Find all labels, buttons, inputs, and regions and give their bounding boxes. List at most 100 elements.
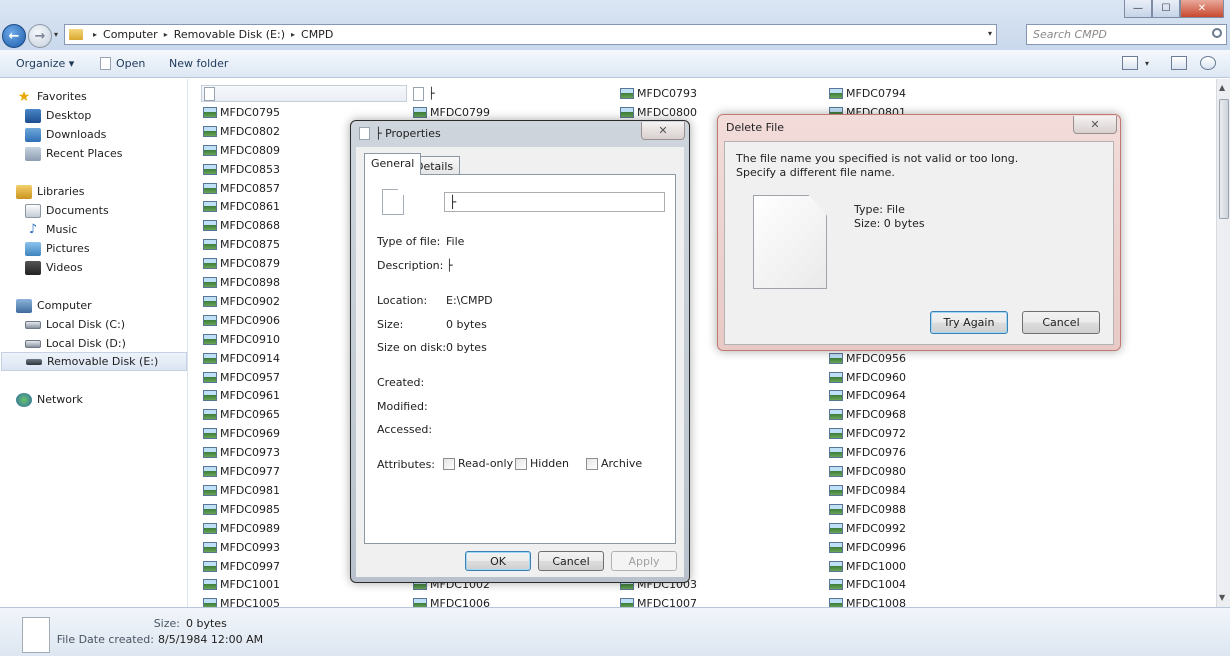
try-again-button[interactable]: Try Again xyxy=(930,311,1008,334)
list-item[interactable]: MFDC0857 xyxy=(203,180,280,197)
checkbox-box[interactable] xyxy=(586,457,598,470)
list-item[interactable]: MFDC0961 xyxy=(203,387,280,404)
close-button[interactable]: ✕ xyxy=(1180,0,1224,18)
scrollbar-thumb[interactable] xyxy=(1219,99,1229,219)
list-item[interactable]: MFDC0868 xyxy=(203,217,280,234)
sidebar-item-documents[interactable]: Documents xyxy=(25,201,211,220)
scroll-down-icon[interactable]: ▼ xyxy=(1219,593,1225,602)
list-item[interactable]: MFDC0802 xyxy=(203,123,280,140)
sidebar-item-downloads[interactable]: Downloads xyxy=(25,125,211,144)
sidebar-item-music[interactable]: ♪ Music xyxy=(25,220,211,239)
minimize-button[interactable]: — xyxy=(1124,0,1152,18)
change-view-icon[interactable] xyxy=(1122,56,1138,70)
list-item[interactable]: MFDC0957 xyxy=(203,369,280,386)
list-item[interactable]: MFDC0992 xyxy=(829,520,906,537)
new-folder-button[interactable]: New folder xyxy=(169,57,228,70)
list-item[interactable]: MFDC0976 xyxy=(829,444,906,461)
vertical-scrollbar[interactable]: ▲ ▼ xyxy=(1216,79,1230,607)
checkbox-box[interactable] xyxy=(443,457,455,470)
readonly-checkbox[interactable]: Read-only xyxy=(443,457,513,470)
list-item[interactable]: MFDC0977 xyxy=(203,463,280,480)
cancel-button[interactable]: Cancel xyxy=(1022,311,1100,334)
list-item[interactable]: MFDC1004 xyxy=(829,576,906,593)
sidebar-item-favorites[interactable]: ★ Favorites xyxy=(16,87,202,106)
search-input[interactable]: Search CMPD xyxy=(1026,24,1227,45)
list-item[interactable]: MFDC1001 xyxy=(203,576,280,593)
list-item[interactable]: MFDC0997 xyxy=(203,558,280,575)
list-item[interactable]: MFDC0981 xyxy=(203,482,280,499)
organize-button[interactable]: Organize ▾ xyxy=(16,57,74,70)
view-options-dropdown[interactable]: ▾ xyxy=(1145,59,1149,68)
list-item[interactable]: MFDC1008 xyxy=(829,595,906,607)
open-button[interactable]: Open xyxy=(100,57,145,70)
list-item[interactable]: MFDC0879 xyxy=(203,255,280,272)
file-name-input[interactable]: ├ xyxy=(444,192,665,212)
list-item[interactable]: MFDC0809 xyxy=(203,142,280,159)
chevron-right-icon[interactable]: ▸ xyxy=(164,30,168,39)
list-item[interactable]: MFDC0969 xyxy=(203,425,280,442)
list-item[interactable]: MFDC0799 xyxy=(413,104,490,121)
list-item[interactable]: MFDC0795 xyxy=(203,104,280,121)
list-item[interactable]: MFDC0910 xyxy=(203,331,280,348)
apply-button[interactable]: Apply xyxy=(611,551,677,571)
list-item[interactable]: MFDC0914 xyxy=(203,350,280,367)
list-item[interactable]: MFDC0875 xyxy=(203,236,280,253)
list-item[interactable]: MFDC0956 xyxy=(829,350,906,367)
list-item[interactable]: MFDC0985 xyxy=(203,501,280,518)
list-item[interactable]: MFDC0968 xyxy=(829,406,906,423)
sidebar-item-libraries[interactable]: Libraries xyxy=(16,182,202,201)
sidebar-item-recent-places[interactable]: Recent Places xyxy=(25,144,211,163)
sidebar-item-desktop[interactable]: Desktop xyxy=(25,106,211,125)
close-button[interactable]: ✕ xyxy=(1073,116,1117,134)
list-item[interactable]: MFDC0793 xyxy=(620,85,697,102)
address-dropdown-icon[interactable]: ▾ xyxy=(988,29,992,38)
scroll-up-icon[interactable]: ▲ xyxy=(1219,83,1225,92)
list-item[interactable]: MFDC0861 xyxy=(203,198,280,215)
help-icon[interactable] xyxy=(1200,56,1216,70)
forward-button[interactable]: → xyxy=(28,24,52,48)
ok-button[interactable]: OK xyxy=(465,551,531,571)
checkbox-box[interactable] xyxy=(515,457,527,470)
tab-general[interactable]: General xyxy=(364,153,422,175)
sidebar-item-videos[interactable]: Videos xyxy=(25,258,211,277)
list-item[interactable]: MFDC1000 xyxy=(829,558,906,575)
rename-highlight[interactable] xyxy=(201,85,407,102)
archive-checkbox[interactable]: Archive xyxy=(586,457,642,470)
breadcrumb-removable-disk[interactable]: Removable Disk (E:) xyxy=(174,28,285,41)
list-item[interactable]: MFDC1007 xyxy=(620,595,697,607)
preview-pane-icon[interactable] xyxy=(1171,56,1187,70)
sidebar-item-network[interactable]: Network xyxy=(16,390,202,409)
list-item[interactable]: MFDC0993 xyxy=(203,539,280,556)
close-button[interactable]: ✕ xyxy=(641,122,685,140)
breadcrumb-cmpd[interactable]: CMPD xyxy=(301,28,333,41)
list-item[interactable]: MFDC0898 xyxy=(203,274,280,291)
chevron-right-icon[interactable]: ▸ xyxy=(93,30,97,39)
sidebar-item-pictures[interactable]: Pictures xyxy=(25,239,211,258)
sidebar-item-local-disk-d[interactable]: Local Disk (D:) xyxy=(25,334,211,353)
sidebar-item-removable-disk-e[interactable]: Removable Disk (E:) xyxy=(1,352,187,371)
list-item[interactable]: MFDC0794 xyxy=(829,85,906,102)
list-item[interactable]: MFDC0800 xyxy=(620,104,697,121)
sidebar-item-local-disk-c[interactable]: Local Disk (C:) xyxy=(25,315,211,334)
breadcrumb-computer[interactable]: Computer xyxy=(103,28,158,41)
address-bar[interactable]: ▸ Computer ▸ Removable Disk (E:) ▸ CMPD … xyxy=(64,24,997,45)
list-item[interactable]: MFDC1005 xyxy=(203,595,280,607)
chevron-right-icon[interactable]: ▸ xyxy=(291,30,295,39)
back-button[interactable]: ← xyxy=(2,24,26,48)
recent-pages-dropdown[interactable]: ▾ xyxy=(54,30,58,39)
list-item[interactable]: MFDC0906 xyxy=(203,312,280,329)
list-item[interactable]: MFDC0965 xyxy=(203,406,280,423)
list-item[interactable]: MFDC0996 xyxy=(829,539,906,556)
list-item[interactable]: MFDC0973 xyxy=(203,444,280,461)
list-item[interactable]: MFDC0972 xyxy=(829,425,906,442)
cancel-button[interactable]: Cancel xyxy=(538,551,604,571)
search-icon[interactable] xyxy=(1212,28,1222,38)
list-item[interactable]: MFDC0980 xyxy=(829,463,906,480)
list-item[interactable]: MFDC0988 xyxy=(829,501,906,518)
sidebar-item-computer[interactable]: Computer xyxy=(16,296,202,315)
list-item[interactable]: MFDC0853 xyxy=(203,161,280,178)
list-item[interactable]: MFDC0902 xyxy=(203,293,280,310)
maximize-button[interactable]: ☐ xyxy=(1152,0,1180,18)
list-item[interactable]: ├ xyxy=(413,85,435,102)
list-item[interactable]: MFDC0989 xyxy=(203,520,280,537)
